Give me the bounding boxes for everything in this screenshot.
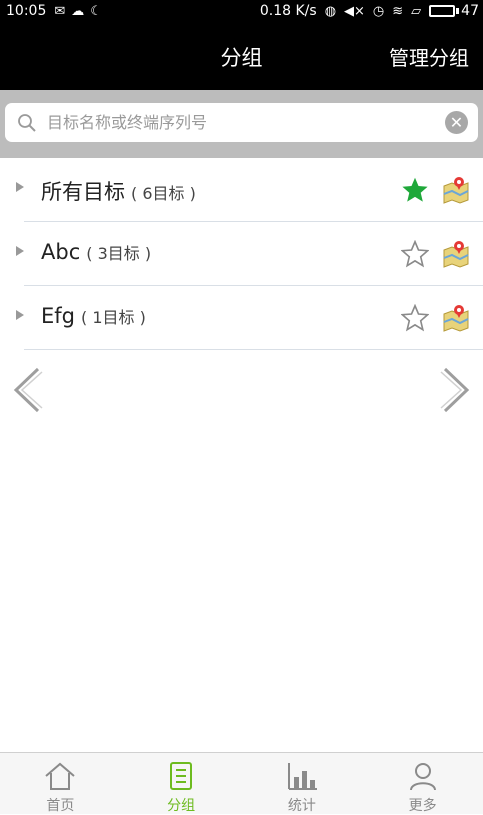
stats-icon <box>287 763 317 790</box>
search-box: ✕ <box>5 103 478 142</box>
moon-icon: ☾ <box>90 3 102 19</box>
expand-arrow-icon[interactable] <box>16 310 24 320</box>
divider <box>24 349 483 350</box>
map-icon[interactable] <box>441 174 471 204</box>
tab-label: 首页 <box>46 798 75 814</box>
star-outline-icon[interactable] <box>401 240 429 268</box>
bottom-tab-bar: 首页 分组 统计 更多 <box>0 752 483 814</box>
user-icon <box>409 763 436 791</box>
group-icon <box>170 762 193 790</box>
search-input[interactable] <box>45 112 419 133</box>
weather-icon: ☁ <box>71 3 85 19</box>
clear-search-button[interactable]: ✕ <box>445 111 468 134</box>
tab-groups[interactable]: 分组 <box>121 753 242 814</box>
close-icon: ✕ <box>449 113 464 132</box>
tab-label: 统计 <box>287 798 316 814</box>
star-outline-icon[interactable] <box>401 304 429 332</box>
status-time: 10:05 <box>6 3 47 19</box>
search-bar: ✕ <box>0 90 483 158</box>
tab-stats[interactable]: 统计 <box>242 753 363 814</box>
battery-level: 47 <box>461 3 479 19</box>
map-icon[interactable] <box>441 238 471 268</box>
map-icon[interactable] <box>441 302 471 332</box>
group-row-efg[interactable]: Efg( 1目标 ) <box>0 286 483 350</box>
chevron-right-icon[interactable] <box>439 366 473 414</box>
wifi-icon: ≋ <box>392 3 404 19</box>
status-bar: 10:05 ✉ ☁ ☾ 0.18 K/s ◍ ◀× ◷ ≋ ▱ 47 <box>0 0 483 22</box>
group-row-abc[interactable]: Abc( 3目标 ) <box>0 222 483 286</box>
tab-more[interactable]: 更多 <box>362 753 483 814</box>
tab-home[interactable]: 首页 <box>0 753 121 814</box>
hotspot-icon: ◍ <box>324 3 337 19</box>
group-name: Abc( 3目标 ) <box>41 240 152 264</box>
expand-arrow-icon[interactable] <box>16 182 24 192</box>
mail-icon: ✉ <box>54 3 66 19</box>
notification-icons: ✉ ☁ ☾ <box>54 5 102 18</box>
group-row-all[interactable]: 所有目标( 6目标 ) <box>0 158 483 222</box>
group-list: 所有目标( 6目标 ) Abc( 3目标 ) Efg( 1目标 ) <box>0 158 483 350</box>
home-icon <box>45 762 76 790</box>
tab-label: 更多 <box>408 798 437 814</box>
group-name: 所有目标( 6目标 ) <box>41 180 196 204</box>
tab-label: 分组 <box>167 798 196 814</box>
expand-arrow-icon[interactable] <box>16 246 24 256</box>
group-name: Efg( 1目标 ) <box>41 304 146 328</box>
manage-groups-button[interactable]: 管理分组 <box>389 42 469 71</box>
sim-icon: ▱ <box>411 3 422 19</box>
alarm-icon: ◷ <box>372 3 385 19</box>
chevron-left-icon[interactable] <box>10 366 44 414</box>
battery-icon: 47 <box>429 3 479 19</box>
star-filled-icon[interactable] <box>401 176 429 204</box>
group-count: ( 6目标 ) <box>131 184 196 203</box>
title-bar: 分组 管理分组 <box>0 22 483 90</box>
group-count: ( 1目标 ) <box>81 308 146 327</box>
net-speed: 0.18 K/s <box>259 3 317 19</box>
mute-icon: ◀× <box>344 3 365 19</box>
search-icon <box>18 113 36 132</box>
group-count: ( 3目标 ) <box>86 244 152 263</box>
